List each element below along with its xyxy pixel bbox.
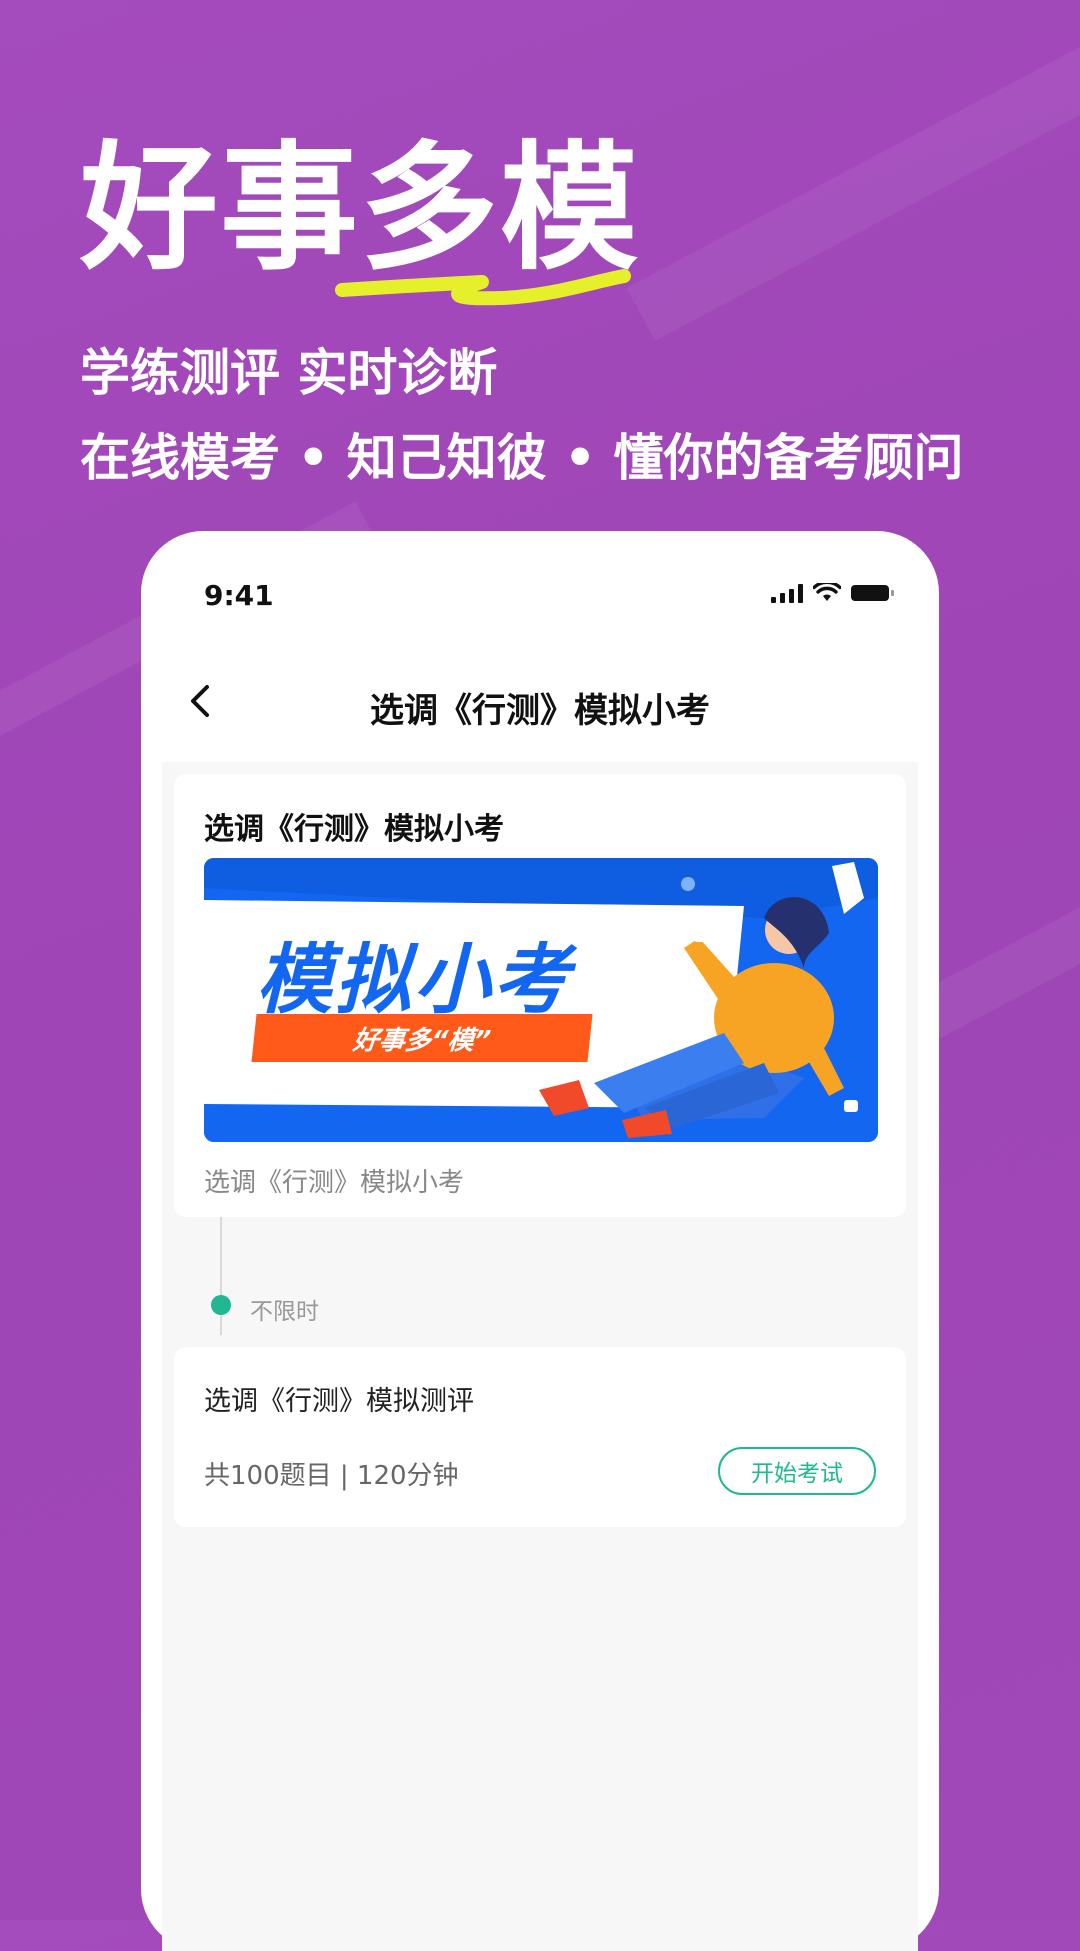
banner-title: 模拟小考: [256, 935, 572, 1024]
wifi-icon: [813, 583, 841, 601]
banner-tag: 好事多“模”: [251, 1014, 593, 1062]
card-caption: 选调《行测》模拟小考: [204, 1168, 465, 1198]
battery-icon: [851, 585, 894, 601]
exam-banner-image: 模拟小考 好事多“模”: [204, 858, 878, 1142]
timeline-line: [220, 1217, 222, 1335]
signal-icon: [771, 583, 803, 603]
exam-title: 选调《行测》模拟测评: [204, 1386, 474, 1417]
hero-subtitle-1: 学练测评 实时诊断: [80, 344, 498, 402]
timeline-dot: [211, 1295, 231, 1315]
banner-tag-label: 好事多“模”: [351, 1025, 493, 1056]
status-icons: [771, 583, 894, 603]
hero-subtitle-2: 在线模考 • 知己知彼 • 懂你的备考顾问: [80, 429, 964, 487]
start-exam-button[interactable]: 开始考试: [718, 1447, 876, 1495]
phone-mockup: 9:41 选调《行测》模拟小考 选调《行测》模拟小考 模拟小考 好事多“模” 选…: [141, 531, 939, 1951]
exam-meta: 共100题目 | 120分钟: [204, 1461, 459, 1491]
hero-title-part2: 多模: [360, 128, 641, 289]
card-title: 选调《行测》模拟小考: [204, 812, 504, 847]
exam-banner-card[interactable]: 选调《行测》模拟小考 模拟小考 好事多“模” 选调《行测》模拟小考: [174, 774, 906, 1217]
hero-title-highlight: 多模: [335, 140, 640, 306]
nav-title: 选调《行测》模拟小考: [370, 691, 710, 731]
background-streak: [626, 0, 1080, 341]
hero-title-part1: 好事: [80, 128, 361, 289]
content-area: 选调《行测》模拟小考 模拟小考 好事多“模” 选调《行测》模拟小考 不限时 选调…: [162, 762, 918, 1951]
status-time: 9:41: [204, 579, 274, 612]
hero-title: 好事 多模: [80, 140, 640, 306]
exam-card: 选调《行测》模拟测评 共100题目 | 120分钟 开始考试: [174, 1347, 906, 1527]
timeline-label: 不限时: [250, 1299, 319, 1325]
